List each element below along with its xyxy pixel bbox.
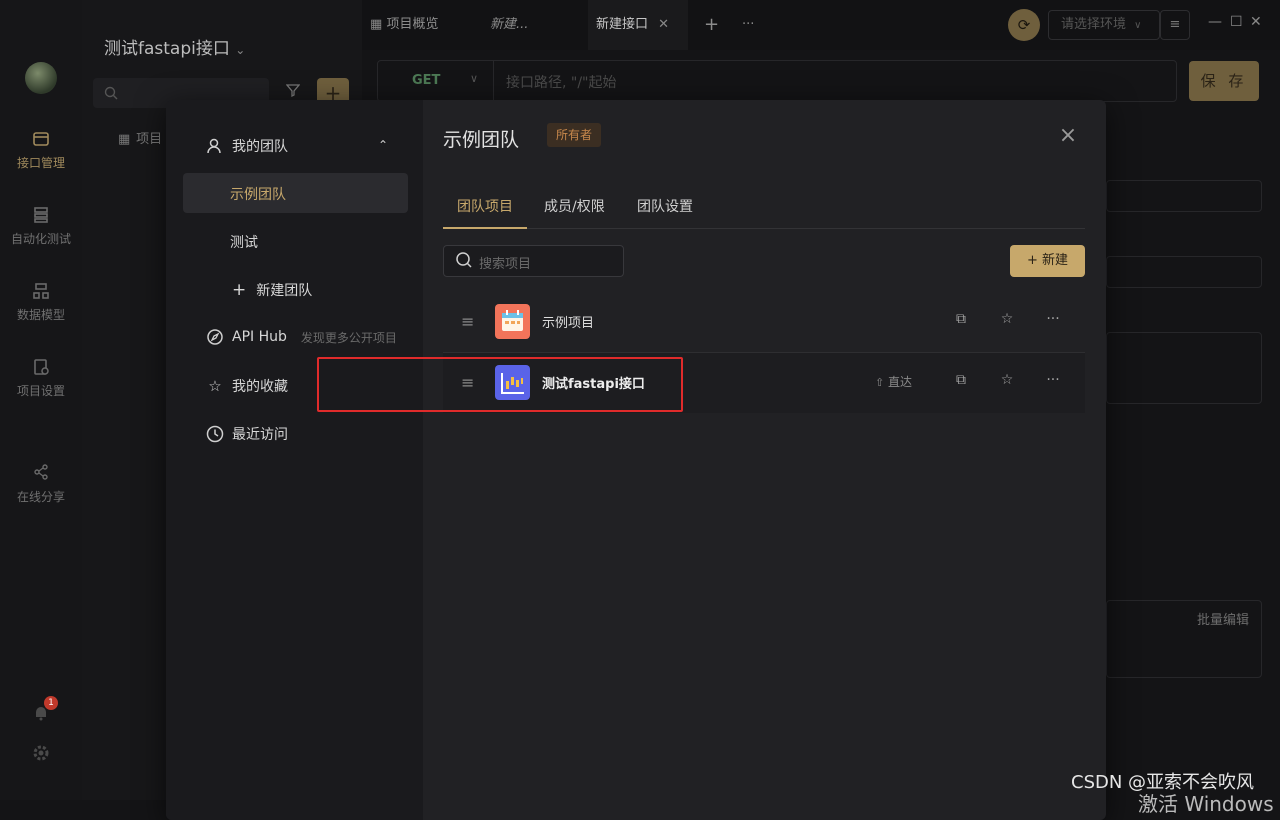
recent-item[interactable]: 最近访问	[206, 424, 288, 444]
new-team-button[interactable]: + 新建团队	[232, 280, 312, 300]
maximize-icon[interactable]: ☐	[1230, 14, 1243, 30]
modal-main: 示例团队 所有者 × 团队项目 成员/权限 团队设置 搜索项目 + 新建 ≡ 示…	[423, 100, 1106, 820]
open-external-icon[interactable]: ⧉	[951, 309, 971, 329]
open-external-icon[interactable]: ⧉	[951, 370, 971, 390]
tab-team-projects[interactable]: 团队项目	[457, 196, 513, 216]
team-icon	[206, 137, 224, 155]
gear-icon[interactable]	[32, 744, 50, 762]
minimize-icon[interactable]: —	[1208, 14, 1222, 30]
divider	[493, 61, 494, 101]
plus-icon: +	[232, 280, 247, 300]
grid-icon: ▦	[370, 17, 383, 32]
calendar-project-icon	[495, 304, 530, 339]
api-management-icon	[32, 130, 50, 148]
grid-icon: ▦	[118, 132, 131, 147]
api-hub-item[interactable]: API Hub 发现更多公开项目	[206, 328, 397, 346]
project-settings-icon	[32, 358, 50, 376]
close-icon: ✕	[658, 17, 670, 32]
data-model-icon	[32, 282, 50, 300]
close-icon[interactable]: ×	[1056, 124, 1080, 148]
tab-members[interactable]: 成员/权限	[544, 196, 605, 216]
save-button[interactable]: 保 存	[1189, 61, 1259, 101]
more-icon[interactable]: ···	[1043, 309, 1063, 329]
add-tab-button[interactable]: +	[696, 0, 727, 50]
chevron-up-icon[interactable]: ⌃	[378, 138, 388, 152]
environment-select[interactable]: 请选择环境 ∨	[1048, 10, 1160, 40]
chevron-down-icon: ∨	[470, 72, 479, 85]
more-icon[interactable]: ···	[1043, 370, 1063, 390]
left-rail	[0, 0, 82, 800]
star-icon: ☆	[208, 377, 222, 395]
team-item-test[interactable]: 测试	[230, 232, 258, 252]
owner-badge: 所有者	[547, 123, 602, 147]
tab-team-settings[interactable]: 团队设置	[637, 196, 693, 216]
avatar[interactable]	[25, 62, 57, 94]
rail-item-label: 项目设置	[16, 384, 65, 398]
sync-icon[interactable]: ⟳	[1008, 9, 1040, 41]
background-field	[1106, 180, 1262, 212]
rail-item-automation-test[interactable]: 自动化测试	[0, 206, 82, 247]
more-tabs-button[interactable]: ···	[734, 0, 762, 50]
method-select[interactable]: GET	[412, 73, 440, 88]
star-icon[interactable]: ☆	[997, 370, 1017, 390]
bulk-edit-link[interactable]: 批量编辑	[1197, 609, 1249, 628]
url-input[interactable]: 接口路径, "/"起始	[506, 72, 617, 92]
share-icon	[32, 464, 50, 482]
windows-activation-watermark: 激活 Windows	[1138, 792, 1274, 816]
search-placeholder: 搜索项目	[479, 257, 532, 272]
rail-item-label: 数据模型	[16, 308, 65, 322]
tab-new-endpoint[interactable]: 新建接口 ✕	[588, 0, 688, 50]
team-modal: 我的团队 ⌃ 示例团队 测试 + 新建团队 API Hub 发现更多公开项目 ☆ …	[166, 100, 1106, 820]
rail-item-share[interactable]: 在线分享	[0, 464, 82, 505]
project-row[interactable]: ≡ 示例项目 ⧉ ☆ ···	[443, 292, 1085, 352]
menu-icon[interactable]: ≡	[1160, 10, 1190, 40]
rail-item-label: 自动化测试	[10, 232, 71, 246]
tabs-divider	[443, 228, 1085, 229]
background-field	[1106, 332, 1262, 404]
compass-icon	[206, 328, 224, 346]
tab-new-draft[interactable]: 新建...	[482, 0, 536, 50]
active-tab-indicator	[443, 227, 527, 229]
new-project-button[interactable]: + 新建	[1010, 245, 1085, 277]
rail-item-project-settings[interactable]: 项目设置	[0, 358, 82, 399]
rail-item-data-model[interactable]: 数据模型	[0, 282, 82, 323]
team-title: 示例团队	[443, 129, 520, 151]
request-bar	[377, 60, 1177, 102]
project-name[interactable]: 示例项目	[542, 312, 594, 331]
highlight-box	[317, 357, 683, 412]
automation-test-icon	[32, 206, 50, 224]
team-item-selected-bg	[183, 173, 408, 213]
sidebar-list-item[interactable]: ▦ 项目	[118, 128, 162, 147]
my-teams-header[interactable]: 我的团队	[206, 136, 288, 156]
clock-icon	[206, 425, 224, 443]
search-icon	[104, 86, 118, 100]
project-title[interactable]: 测试fastapi接口 ⌄	[104, 34, 245, 59]
chevron-down-icon: ∨	[1134, 20, 1142, 31]
rocket-icon: ⇧	[875, 376, 885, 389]
team-item-example[interactable]: 示例团队	[230, 184, 286, 204]
direct-link[interactable]: ⇧ 直达	[875, 373, 912, 390]
window-close-icon[interactable]: ✕	[1250, 14, 1262, 30]
tab-overview[interactable]: ▦ 项目概览	[362, 0, 446, 50]
notification-badge: 1	[44, 696, 58, 710]
background-field	[1106, 256, 1262, 288]
rail-item-label: 在线分享	[16, 490, 65, 504]
star-icon[interactable]: ☆	[997, 309, 1017, 329]
search-icon	[455, 251, 473, 269]
drag-handle-icon[interactable]: ≡	[461, 314, 481, 330]
rail-item-label: 接口管理	[16, 156, 65, 170]
favorites-item[interactable]: ☆ 我的收藏	[206, 376, 288, 396]
rail-item-api-management[interactable]: 接口管理	[0, 130, 82, 171]
